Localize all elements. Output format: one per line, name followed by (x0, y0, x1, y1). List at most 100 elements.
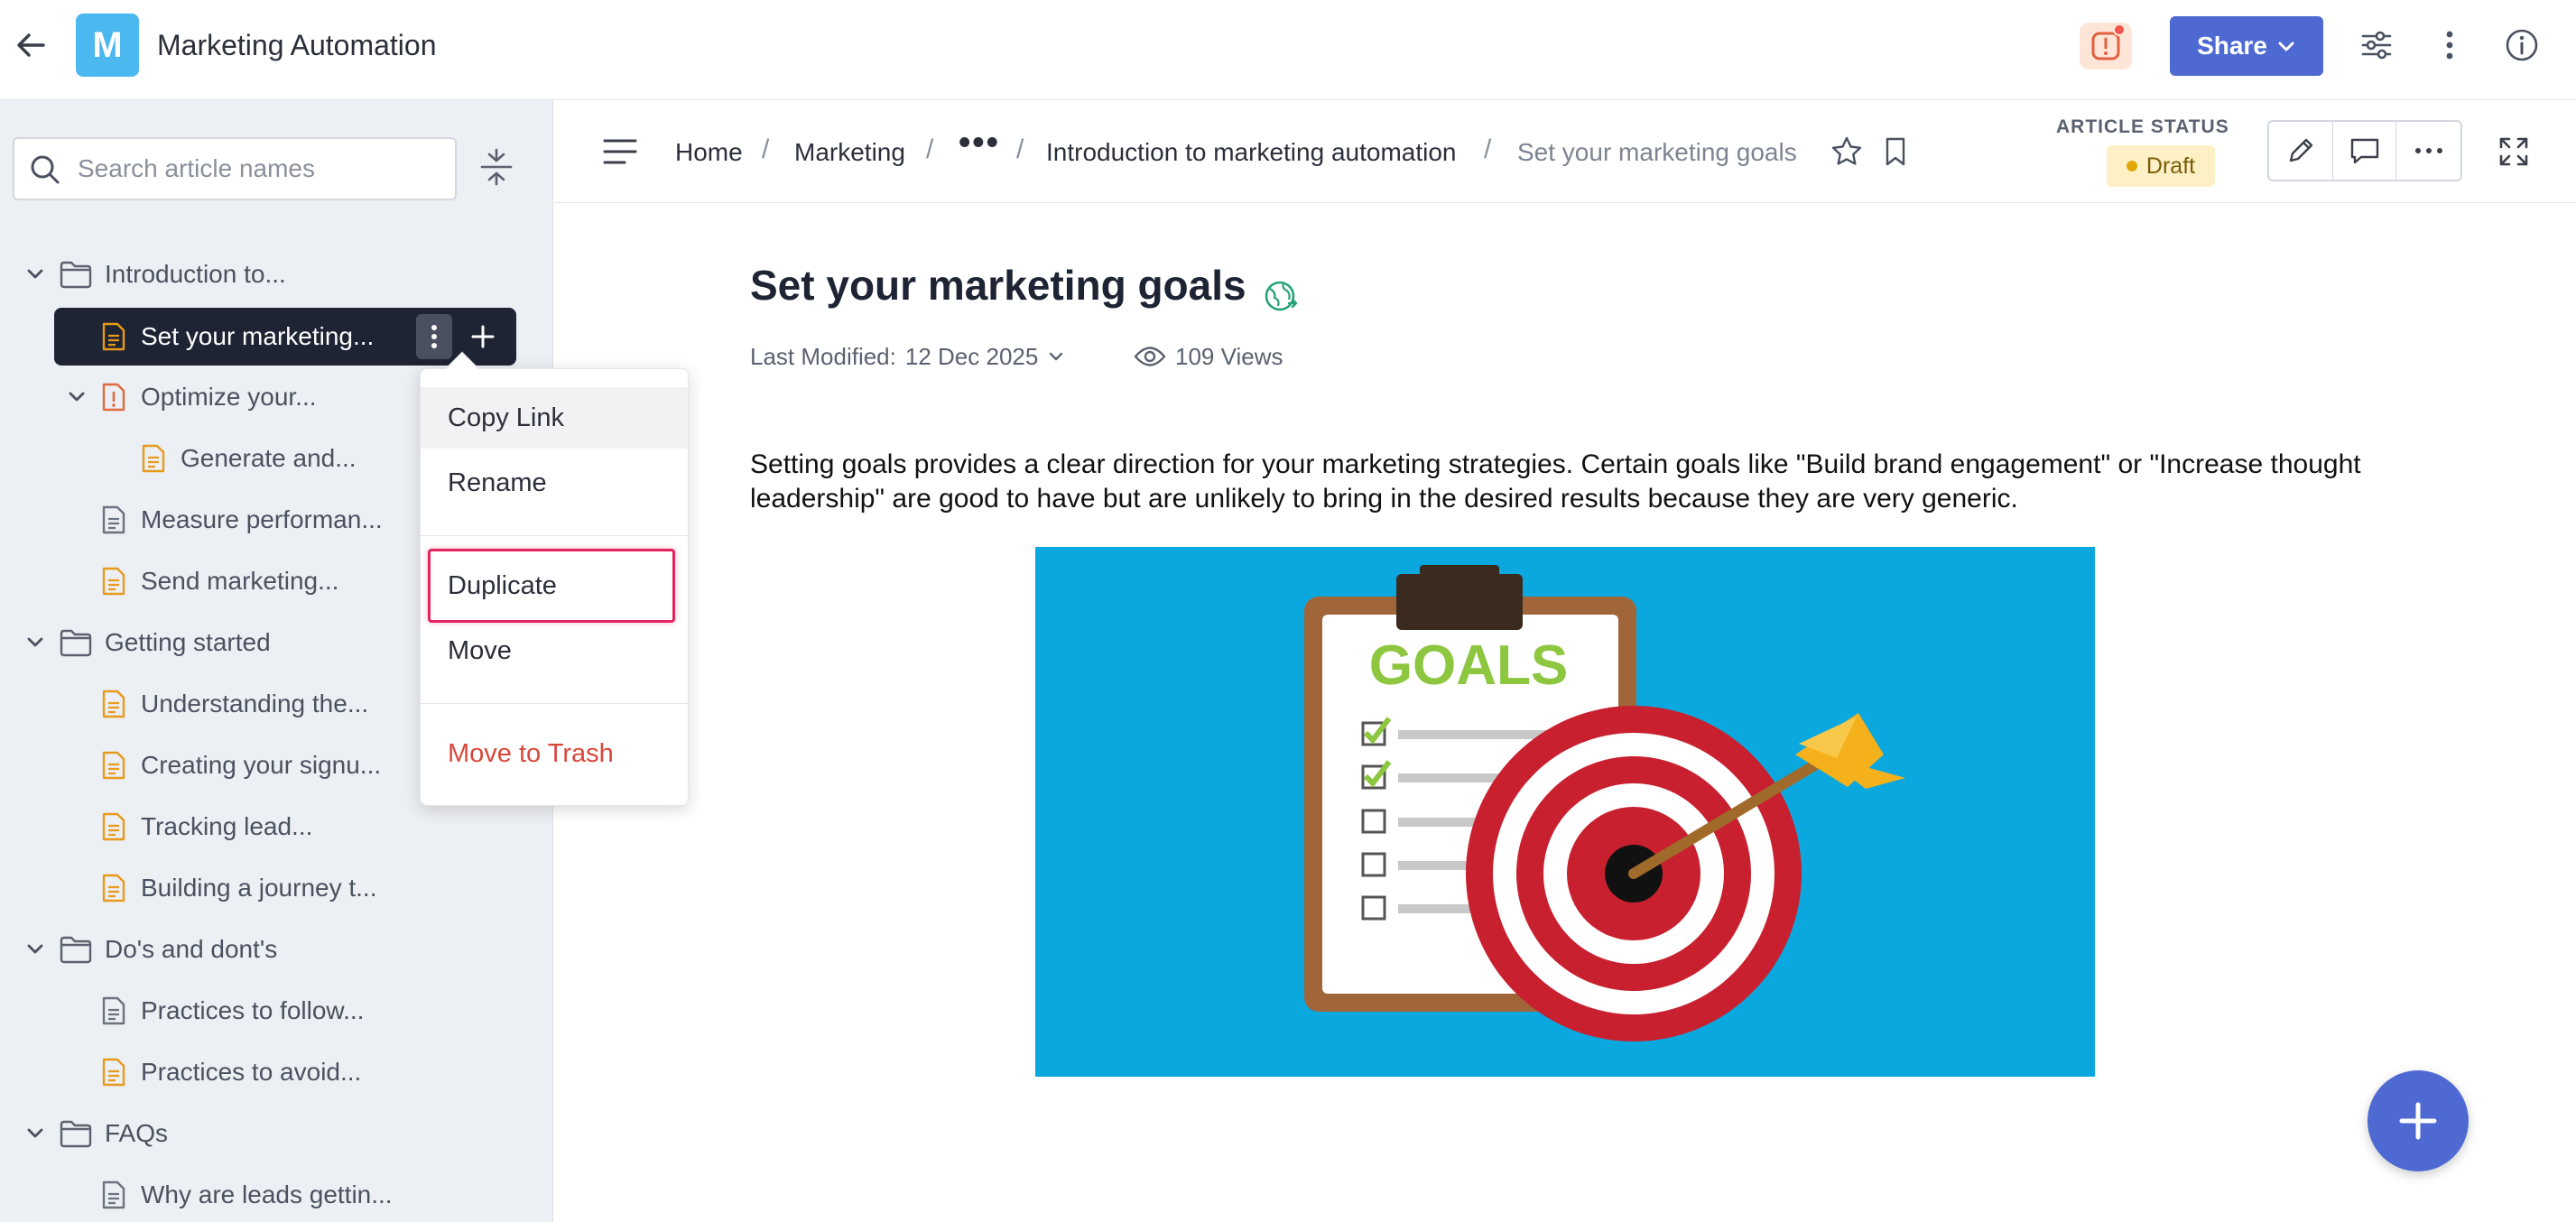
more-vertical-icon (431, 325, 437, 348)
tree-item-creating-signup[interactable]: Creating your signu... (101, 737, 381, 793)
expand-icon[interactable] (2497, 134, 2531, 169)
share-button[interactable]: Share (2170, 16, 2323, 76)
tree-item-label: Why are leads gettin... (141, 1180, 393, 1208)
eye-icon (1134, 347, 1166, 366)
more-actions-button[interactable] (2396, 122, 2460, 180)
tree-item-practices-follow[interactable]: Practices to follow... (101, 983, 364, 1039)
chevron-down-icon[interactable] (63, 384, 90, 411)
row-more-button[interactable] (416, 314, 452, 359)
folder-icon (60, 936, 92, 964)
document-icon (102, 567, 125, 596)
tree-item-label: Tracking lead... (141, 812, 313, 840)
breadcrumb-current: Set your marketing goals (1517, 138, 1797, 166)
last-modified-label: Last Modified: (750, 343, 896, 370)
menu-divider (421, 703, 688, 704)
tree-item-measure[interactable]: Measure performan... (101, 492, 383, 548)
comment-button[interactable] (2333, 122, 2397, 180)
tree-item-label: Building a journey t... (141, 874, 377, 902)
plus-icon (2399, 1102, 2437, 1140)
menu-copy-link[interactable]: Copy Link (421, 387, 688, 449)
last-modified-date: 12 Dec 2025 (904, 343, 1039, 370)
comment-icon (2350, 138, 2378, 164)
pencil-icon (2289, 138, 2313, 162)
row-context-menu: Copy Link Rename Duplicate Move Move to … (420, 351, 689, 806)
chevron-down-icon[interactable] (22, 629, 49, 656)
top-bar: M Marketing Automation Share (0, 0, 2576, 100)
article-title: Set your marketing goals (750, 262, 1246, 309)
collapse-all-icon[interactable] (477, 147, 516, 187)
tree-item-label: Practices to avoid... (141, 1058, 362, 1086)
notification-dot (2113, 23, 2126, 36)
status-value: Draft (2145, 153, 2196, 179)
star-icon[interactable] (1830, 134, 1864, 169)
folder-icon (60, 1120, 92, 1148)
tree-item-understanding[interactable]: Understanding the... (101, 676, 368, 732)
document-alert-icon (102, 383, 125, 412)
breadcrumb-separator: / (1484, 134, 1492, 164)
menu-move-to-trash[interactable]: Move to Trash (421, 723, 688, 784)
article-action-group (2267, 120, 2462, 181)
tree-item-label: Getting started (105, 628, 271, 656)
plus-icon (471, 325, 495, 348)
document-icon (102, 874, 125, 903)
row-add-button[interactable] (465, 314, 501, 359)
breadcrumb-home[interactable]: Home (675, 136, 743, 169)
folder-icon (60, 629, 92, 657)
menu-move[interactable]: Move (421, 620, 688, 681)
translate-globe-icon[interactable] (1262, 276, 1302, 316)
tree-item-label: Understanding the... (141, 690, 369, 717)
tree-item-building-journey[interactable]: Building a journey t... (101, 860, 377, 916)
chevron-down-icon[interactable] (22, 261, 49, 288)
breadcrumb-ellipsis[interactable]: ••• (959, 124, 1000, 162)
document-icon (142, 444, 165, 473)
chevron-down-icon (1050, 352, 1063, 361)
menu-rename[interactable]: Rename (421, 452, 688, 514)
search-icon (31, 155, 60, 184)
sliders-icon[interactable] (2358, 27, 2395, 63)
back-arrow-icon[interactable] (13, 27, 49, 63)
search-box (13, 137, 457, 200)
create-fab-button[interactable] (2368, 1070, 2469, 1171)
tree-item-label: Introduction to... (105, 260, 286, 288)
chevron-down-icon[interactable] (22, 936, 49, 963)
tree-item-tracking-lead[interactable]: Tracking lead... (101, 799, 312, 855)
goals-image-text: GOALS (1369, 634, 1568, 697)
info-icon[interactable] (2504, 27, 2540, 63)
document-icon (102, 1058, 125, 1087)
breadcrumb-parent[interactable]: Introduction to marketing automation (1046, 136, 1456, 169)
status-badge: Draft (2107, 145, 2215, 187)
goals-target-illustration: GOALS (1304, 565, 1905, 1041)
last-modified[interactable]: Last Modified: 12 Dec 2025 (750, 341, 1065, 372)
breadcrumb-marketing[interactable]: Marketing (794, 136, 905, 169)
search-input[interactable] (78, 139, 448, 199)
folder-dos-and-donts[interactable]: Do's and dont's (22, 921, 277, 977)
document-icon (102, 812, 125, 841)
more-vertical-icon[interactable] (2432, 27, 2468, 63)
view-count-value: 109 Views (1175, 343, 1283, 370)
tree-item-practices-avoid[interactable]: Practices to avoid... (101, 1044, 361, 1100)
goals-illustration: GOALS (1035, 547, 2095, 1077)
breadcrumb-separator: / (762, 134, 770, 164)
article-toolbar: Home / Marketing / ••• / Introduction to… (554, 100, 2576, 203)
tree-item-generate[interactable]: Generate and... (141, 430, 357, 486)
folder-getting-started[interactable]: Getting started (22, 615, 271, 671)
edit-button[interactable] (2269, 122, 2333, 180)
tree-item-send-marketing[interactable]: Send marketing... (101, 553, 338, 609)
document-icon (102, 690, 125, 718)
breadcrumb-separator: / (926, 134, 934, 164)
tree-item-label: Optimize your... (141, 383, 317, 411)
tree-item-optimize[interactable]: Optimize your... (63, 369, 317, 425)
document-icon (102, 751, 125, 780)
menu-icon[interactable] (601, 133, 639, 171)
tree-item-label: FAQs (105, 1119, 169, 1147)
tree-item-label: Measure performan... (141, 505, 383, 533)
chevron-down-icon (2278, 42, 2294, 51)
chevron-down-icon[interactable] (22, 1120, 49, 1147)
document-icon (102, 322, 125, 351)
menu-divider (421, 535, 688, 536)
tree-item-label: Send marketing... (141, 567, 339, 595)
tree-item-why-leads[interactable]: Why are leads gettin... (101, 1167, 393, 1222)
bookmark-icon[interactable] (1878, 134, 1913, 169)
folder-faqs[interactable]: FAQs (22, 1106, 168, 1162)
folder-introduction[interactable]: Introduction to... (22, 246, 286, 302)
